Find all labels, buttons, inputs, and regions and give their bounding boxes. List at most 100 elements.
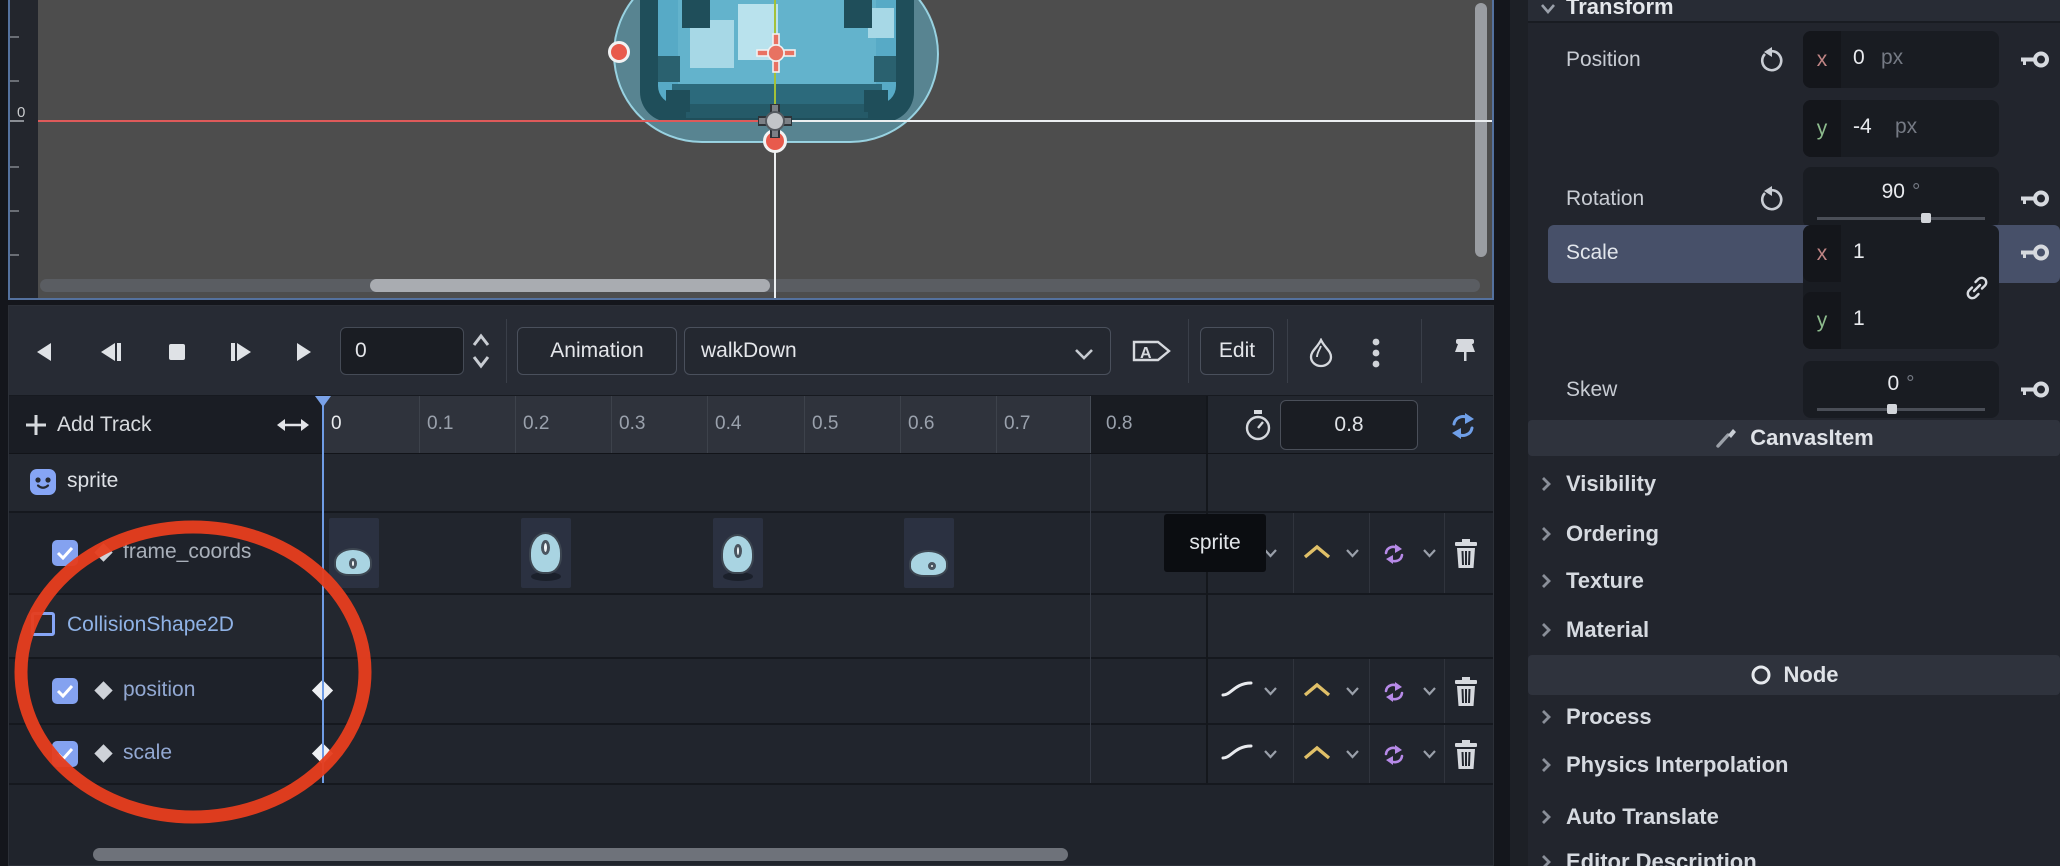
section-visibility[interactable]: Visibility <box>1528 464 2060 504</box>
update-mode-chevron-icon[interactable] <box>1263 685 1278 697</box>
category-node[interactable]: Node <box>1528 655 2060 695</box>
sprite2d-icon <box>29 468 57 496</box>
track-enabled-checkbox[interactable] <box>52 540 78 566</box>
skew-slider-grabber[interactable] <box>1887 404 1897 414</box>
update-mode-chevron-icon[interactable] <box>1263 748 1278 760</box>
pan-timeline-icon[interactable] <box>277 416 309 434</box>
position-y-field[interactable]: y -4 px <box>1803 100 1999 157</box>
position-x-field[interactable]: x 0 px <box>1803 31 1999 88</box>
add-track-button[interactable]: Add Track <box>9 396 323 454</box>
track-node-sprite[interactable]: sprite <box>9 454 1493 511</box>
pin-panel-icon[interactable] <box>1449 337 1481 369</box>
autoplay-on-load-icon[interactable]: A <box>1131 339 1173 363</box>
current-time-spinbox[interactable]: 0 <box>340 327 464 375</box>
play-backwards-from-end-icon[interactable] <box>97 342 125 362</box>
category-canvasitem[interactable]: CanvasItem <box>1528 420 2060 456</box>
section-ordering[interactable]: Ordering <box>1528 514 2060 554</box>
update-mode-icon[interactable] <box>1221 679 1253 699</box>
stop-icon[interactable] <box>167 342 187 362</box>
animation-menu-button[interactable]: Animation <box>517 327 677 375</box>
inspector-scrollbar[interactable] <box>1510 0 1528 866</box>
keyframe-thumbnail[interactable] <box>713 518 763 588</box>
edit-button-label: Edit <box>1219 339 1255 363</box>
wrap-chevron-icon[interactable] <box>1345 547 1360 559</box>
skew-field[interactable]: 0 ° <box>1803 361 1999 418</box>
play-from-start-icon[interactable] <box>227 342 255 362</box>
key-icon[interactable] <box>2020 379 2050 401</box>
edit-button[interactable]: Edit <box>1200 327 1274 375</box>
svg-text:A: A <box>1140 345 1152 362</box>
loop-chevron-icon[interactable] <box>1422 748 1437 760</box>
spinbox-updown-icon[interactable] <box>471 330 491 372</box>
move-gizmo-handle[interactable] <box>758 104 792 138</box>
track-enabled-checkbox[interactable] <box>52 678 78 704</box>
track-scale[interactable]: scale <box>9 725 1493 783</box>
viewport-hscrollbar-thumb[interactable] <box>370 279 770 292</box>
update-mode-icon[interactable] <box>1221 742 1253 762</box>
viewport-vscrollbar-thumb[interactable] <box>1475 3 1487 257</box>
section-auto-translate[interactable]: Auto Translate <box>1528 797 2060 837</box>
rotation-slider[interactable] <box>1817 217 1985 220</box>
onion-skinning-icon[interactable] <box>1307 338 1335 368</box>
key-icon[interactable] <box>2020 188 2050 210</box>
track-position[interactable]: position <box>9 659 1493 723</box>
revert-icon[interactable] <box>1758 186 1786 214</box>
current-time-value: 0 <box>355 339 367 363</box>
play-backwards-icon[interactable] <box>33 342 55 362</box>
tick-0-5: 0.5 <box>812 413 838 435</box>
pivot-cross-handle[interactable] <box>754 31 798 75</box>
timeline-hscrollbar-thumb[interactable] <box>93 848 1068 861</box>
rotation-slider-grabber[interactable] <box>1921 213 1931 223</box>
loop-animation-icon[interactable] <box>1448 411 1478 441</box>
timeline-header: Add Track 0 0.1 0.2 0.3 0.4 0.5 0.6 <box>9 396 1493 454</box>
playhead[interactable] <box>322 399 324 783</box>
revert-icon[interactable] <box>1758 47 1786 75</box>
tick-0-2: 0.2 <box>523 413 549 435</box>
viewport-hscrollbar[interactable] <box>40 279 1480 292</box>
wrap-mode-icon[interactable] <box>1303 544 1331 560</box>
rotation-field[interactable]: 90 ° <box>1803 167 1999 228</box>
wrap-mode-icon[interactable] <box>1303 682 1331 698</box>
more-options-icon[interactable] <box>1371 338 1381 368</box>
wrap-chevron-icon[interactable] <box>1345 685 1360 697</box>
transform-section-header[interactable]: Transform <box>1528 0 2060 23</box>
delete-track-icon[interactable] <box>1453 539 1479 569</box>
link-scale-icon[interactable] <box>1961 272 1993 304</box>
loop-mode-icon[interactable] <box>1381 542 1409 566</box>
viewport-vertical-ruler: 0 <box>10 0 38 298</box>
wrap-chevron-icon[interactable] <box>1345 748 1360 760</box>
section-physics-interpolation[interactable]: Physics Interpolation <box>1528 745 2060 785</box>
loop-chevron-icon[interactable] <box>1422 685 1437 697</box>
key-icon[interactable] <box>2020 242 2050 264</box>
key-icon[interactable] <box>2020 49 2050 71</box>
inspector-panel: Transform Position x 0 px y -4 px Rotati… <box>1528 0 2060 866</box>
play-icon[interactable] <box>293 342 315 362</box>
keyframe-thumbnail[interactable] <box>904 518 954 588</box>
scale-xy-field[interactable]: x 1 y 1 <box>1803 225 1999 349</box>
viewport-2d[interactable]: 0 <box>8 0 1494 300</box>
tick-0-6: 0.6 <box>908 413 934 435</box>
wrap-mode-icon[interactable] <box>1303 745 1331 761</box>
track-node-collisionshape2d[interactable]: CollisionShape2D <box>9 595 1493 657</box>
track-frame-coords[interactable]: frame_coords <box>9 513 1493 593</box>
loop-mode-icon[interactable] <box>1381 680 1409 704</box>
animation-select-dropdown[interactable]: walkDown <box>684 327 1111 375</box>
track-enabled-checkbox[interactable] <box>52 741 78 767</box>
section-material[interactable]: Material <box>1528 610 2060 650</box>
side-handle[interactable] <box>608 41 630 63</box>
ruler-zero-label: 0 <box>17 104 25 121</box>
delete-track-icon[interactable] <box>1453 677 1479 707</box>
keyframe-thumbnail[interactable] <box>521 518 571 588</box>
keyframe-thumbnail[interactable] <box>329 518 379 588</box>
playhead-handle[interactable] <box>315 396 331 407</box>
loop-chevron-icon[interactable] <box>1422 547 1437 559</box>
animation-length-field[interactable]: 0.8 <box>1280 400 1418 450</box>
check-icon <box>56 747 74 761</box>
section-label: Ordering <box>1566 521 1659 547</box>
section-editor-description[interactable]: Editor Description <box>1528 842 2060 866</box>
loop-mode-icon[interactable] <box>1381 743 1409 767</box>
skew-slider[interactable] <box>1817 408 1985 411</box>
section-process[interactable]: Process <box>1528 697 2060 737</box>
section-texture[interactable]: Texture <box>1528 561 2060 601</box>
delete-track-icon[interactable] <box>1453 740 1479 770</box>
